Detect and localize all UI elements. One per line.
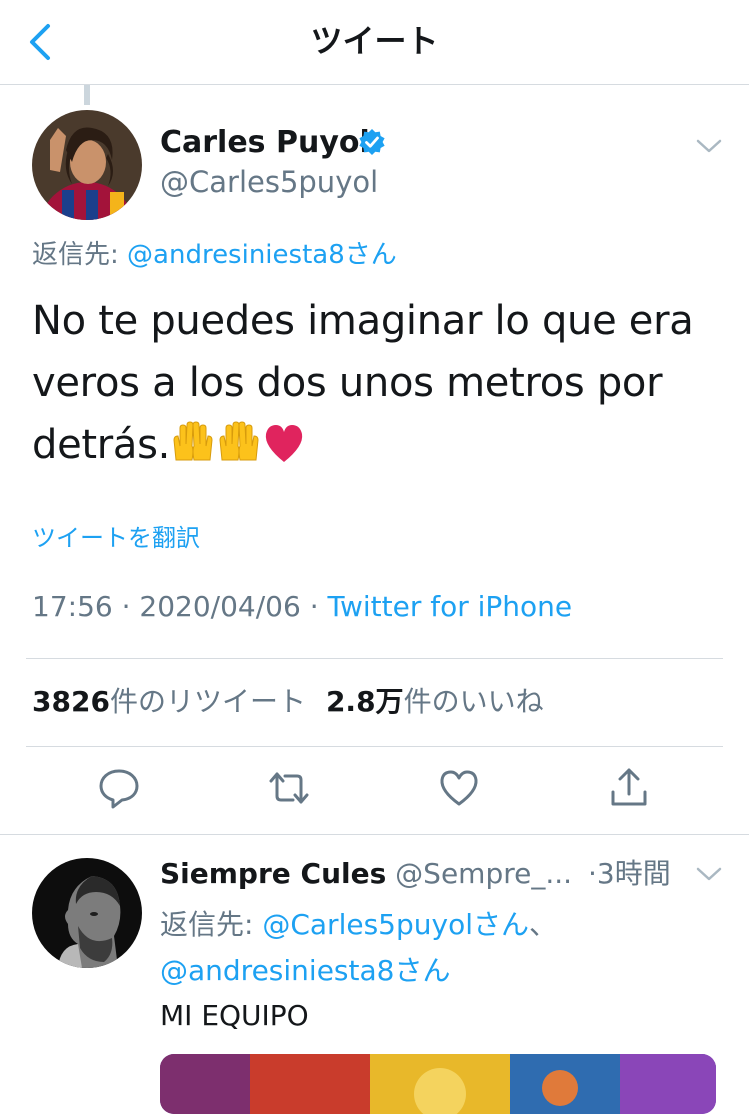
mention-separator: 、 xyxy=(528,908,557,941)
reply-prefix: 返信先: xyxy=(32,240,128,270)
like-count: 2.8万 xyxy=(325,685,404,718)
reply-author-avatar[interactable] xyxy=(32,858,142,968)
like-label: 件のいいね xyxy=(403,685,544,718)
tweet-time: 17:56 xyxy=(32,590,113,623)
reply-media-image[interactable] xyxy=(160,1054,716,1114)
thread-connector-line xyxy=(84,85,90,105)
author-name[interactable]: Carles Puyol xyxy=(160,124,370,162)
tweet-meta: 17:56 · 2020/04/06 · Twitter for iPhone xyxy=(32,588,572,626)
share-icon[interactable] xyxy=(607,766,651,810)
meta-separator: · xyxy=(112,590,140,623)
tweet-text: No te puedes imaginar lo que era veros a… xyxy=(32,290,722,482)
top-nav-bar: ツイート xyxy=(0,0,749,85)
raising-hands-emoji xyxy=(216,420,262,482)
reply-replying-to-line: 返信先: @Carles5puyolさん、 @andresiniesta8さん xyxy=(160,902,720,994)
verified-badge-icon xyxy=(359,129,385,155)
retweet-count: 3826 xyxy=(32,685,110,718)
tweet-date: 2020/04/06 xyxy=(139,590,301,623)
reply-author-name: Siempre Cules xyxy=(160,857,387,890)
reply-mention-link[interactable]: @Carles5puyolさん xyxy=(262,908,529,941)
chevron-down-icon[interactable] xyxy=(694,864,724,884)
retweet-icon[interactable] xyxy=(267,766,311,810)
heart-icon[interactable] xyxy=(437,766,481,810)
tweet-source-link[interactable]: Twitter for iPhone xyxy=(328,590,573,623)
author-avatar[interactable] xyxy=(32,110,142,220)
replying-to-line: 返信先: @andresiniesta8さん xyxy=(32,238,397,272)
tweet-stats: 3826件のリツイート 2.8万件のいいね xyxy=(32,684,544,720)
divider xyxy=(0,834,749,835)
reply-icon[interactable] xyxy=(97,766,141,810)
reply-author-line[interactable]: Siempre Cules @Sempre_... xyxy=(160,856,572,892)
retweet-stat[interactable]: 3826件のリツイート xyxy=(32,685,306,718)
reply-mention-link[interactable]: @andresiniesta8さん xyxy=(160,954,450,987)
translate-tweet-link[interactable]: ツイートを翻訳 xyxy=(32,522,200,554)
author-handle[interactable]: @Carles5puyol xyxy=(160,164,378,200)
chevron-down-icon[interactable] xyxy=(694,136,724,156)
reply-prefix: 返信先: xyxy=(160,908,263,941)
divider xyxy=(26,658,723,659)
reply-timestamp: ·3時間 xyxy=(588,857,671,890)
reply-author-handle: @Sempre_... xyxy=(395,857,573,890)
reply-mention-link[interactable]: @andresiniesta8さん xyxy=(127,240,397,270)
divider xyxy=(26,746,723,747)
like-stat[interactable]: 2.8万件のいいね xyxy=(326,685,544,718)
page-title: ツイート xyxy=(310,22,439,60)
red-heart-emoji xyxy=(262,420,306,482)
reply-tweet-text: MI EQUIPO xyxy=(160,999,309,1032)
retweet-label: 件のリツイート xyxy=(109,685,306,718)
tweet-body: No te puedes imaginar lo que era veros a… xyxy=(32,298,694,468)
raising-hands-emoji xyxy=(170,420,216,482)
meta-separator: · xyxy=(300,590,328,623)
